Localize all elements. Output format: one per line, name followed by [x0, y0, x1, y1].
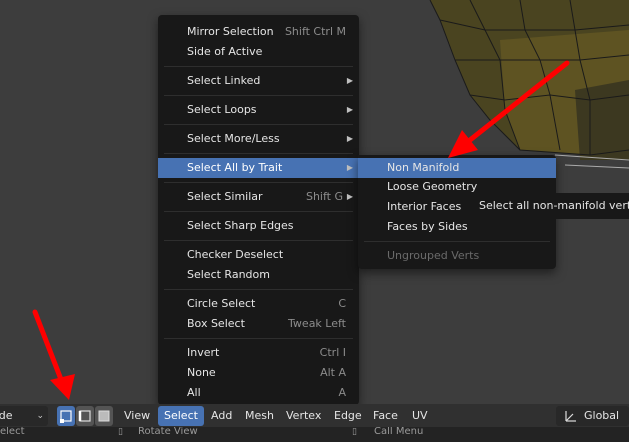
- menu-item-label: Select Loops: [187, 103, 257, 116]
- menu-item-shortcut: Shift G: [305, 190, 343, 203]
- menu-item-select-all-by-trait[interactable]: Select All by Trait ▶: [158, 158, 359, 178]
- menu-separator: [164, 153, 353, 154]
- submenu-arrow-icon: ▶: [346, 134, 353, 143]
- submenu-item-label: Interior Faces: [387, 200, 462, 213]
- menu-item-box-select[interactable]: Box Select Tweak Left: [158, 314, 359, 334]
- mode-label: ode: [0, 409, 13, 422]
- vertex-select-icon: [60, 410, 72, 423]
- face-select-icon: [98, 410, 110, 422]
- menu-item-shortcut: A: [338, 386, 346, 399]
- view-menu[interactable]: View: [118, 406, 156, 426]
- menu-item-label: Select All by Trait: [187, 161, 283, 174]
- orientation-label: Global: [584, 409, 620, 422]
- submenu-item-label: Non Manifold: [387, 161, 460, 174]
- transform-orientation-dropdown[interactable]: Global: [556, 406, 629, 426]
- menu-item-all[interactable]: All A: [158, 383, 359, 403]
- uv-menu[interactable]: UV: [406, 406, 434, 426]
- chevron-down-icon: ⌄: [36, 411, 44, 421]
- menu-item-select-linked[interactable]: Select Linked ▶: [158, 71, 359, 91]
- menu-separator: [164, 338, 353, 339]
- menu-separator: [164, 95, 353, 96]
- face-menu[interactable]: Face: [367, 406, 404, 426]
- menu-item-shortcut: Alt A: [320, 366, 346, 379]
- orientation-axes-icon: [565, 411, 576, 422]
- menu-item-label: Checker Deselect: [187, 248, 284, 261]
- menu-item-checker-deselect[interactable]: Checker Deselect: [158, 245, 359, 265]
- menu-separator: [164, 182, 353, 183]
- status-middle-text: Rotate View: [138, 427, 198, 437]
- menu-item-shortcut: C: [338, 297, 346, 310]
- mesh-menu[interactable]: Mesh: [239, 406, 280, 426]
- menu-item-label: None: [187, 366, 216, 379]
- menu-item-side-of-active[interactable]: Side of Active: [158, 42, 359, 62]
- edge-menu[interactable]: Edge: [328, 406, 368, 426]
- menu-item-select-more-less[interactable]: Select More/Less ▶: [158, 129, 359, 149]
- menu-item-label: Select Similar: [187, 190, 263, 203]
- submenu-arrow-icon: ▶: [346, 163, 353, 172]
- submenu-arrow-icon: ▶: [346, 105, 353, 114]
- menu-item-label: Invert: [187, 346, 220, 359]
- menu-item-select-loops[interactable]: Select Loops ▶: [158, 100, 359, 120]
- menu-item-shortcut: Ctrl I: [319, 346, 346, 359]
- menu-item-shortcut: Shift Ctrl M: [284, 25, 346, 38]
- face-select-mode-button[interactable]: [95, 406, 113, 426]
- submenu-item-label: Ungrouped Verts: [387, 249, 480, 262]
- tooltip-text: Select all non-manifold vertices: [479, 199, 629, 212]
- submenu-item-label: Loose Geometry: [387, 180, 478, 193]
- menu-item-label: Select Linked: [187, 74, 261, 87]
- menu-separator: [364, 241, 550, 242]
- menu-item-shortcut: Tweak Left: [288, 317, 346, 330]
- viewport-header: ode ⌄ View Select Add Mesh Vertex Edge F…: [0, 404, 629, 427]
- status-bar: elect ▯ Rotate View ▯ Call Menu: [0, 427, 629, 442]
- submenu-item-label: Faces by Sides: [387, 220, 468, 233]
- status-right-text: Call Menu: [374, 427, 424, 437]
- mode-dropdown[interactable]: ode ⌄: [0, 406, 48, 426]
- submenu-item-non-manifold[interactable]: Non Manifold: [358, 158, 556, 178]
- mouse-right-icon: ▯: [352, 427, 357, 437]
- menu-separator: [164, 66, 353, 67]
- menu-item-circle-select[interactable]: Circle Select C: [158, 294, 359, 314]
- submenu-arrow-icon: ▶: [346, 76, 353, 85]
- menu-separator: [164, 124, 353, 125]
- menu-item-select-similar[interactable]: Select Similar Shift G ▶: [158, 187, 359, 207]
- vertex-menu[interactable]: Vertex: [280, 406, 327, 426]
- menu-item-label: Select More/Less: [187, 132, 280, 145]
- menu-item-select-sharp-edges[interactable]: Select Sharp Edges: [158, 216, 359, 236]
- menu-item-label: Select Sharp Edges: [187, 219, 294, 232]
- mouse-middle-icon: ▯: [118, 427, 123, 437]
- menu-item-invert[interactable]: Invert Ctrl I: [158, 343, 359, 363]
- menu-separator: [164, 211, 353, 212]
- submenu-item-ungrouped-verts[interactable]: Ungrouped Verts: [358, 246, 556, 266]
- menu-item-label: Select Random: [187, 268, 270, 281]
- menu-item-select-random[interactable]: Select Random: [158, 265, 359, 285]
- menu-separator: [164, 289, 353, 290]
- edge-select-icon: [78, 410, 91, 422]
- select-menu: Mirror Selection Shift Ctrl M Side of Ac…: [158, 15, 359, 405]
- status-left-text: elect: [0, 427, 25, 437]
- menu-item-label: Box Select: [187, 317, 245, 330]
- menu-item-mirror-selection[interactable]: Mirror Selection Shift Ctrl M: [158, 22, 359, 42]
- edge-select-mode-button[interactable]: [76, 406, 94, 426]
- select-menu-button[interactable]: Select: [158, 406, 204, 426]
- add-menu[interactable]: Add: [205, 406, 238, 426]
- menu-item-label: Mirror Selection: [187, 25, 274, 38]
- menu-item-label: Side of Active: [187, 45, 263, 58]
- tooltip: Select all non-manifold vertices: [471, 193, 629, 219]
- menu-separator: [164, 240, 353, 241]
- submenu-arrow-icon: ▶: [346, 192, 353, 201]
- menu-item-label: Circle Select: [187, 297, 256, 310]
- submenu-item-faces-by-sides[interactable]: Faces by Sides: [358, 217, 556, 237]
- menu-item-label: All: [187, 386, 201, 399]
- menu-item-none[interactable]: None Alt A: [158, 363, 359, 383]
- vertex-select-mode-button[interactable]: [57, 406, 75, 426]
